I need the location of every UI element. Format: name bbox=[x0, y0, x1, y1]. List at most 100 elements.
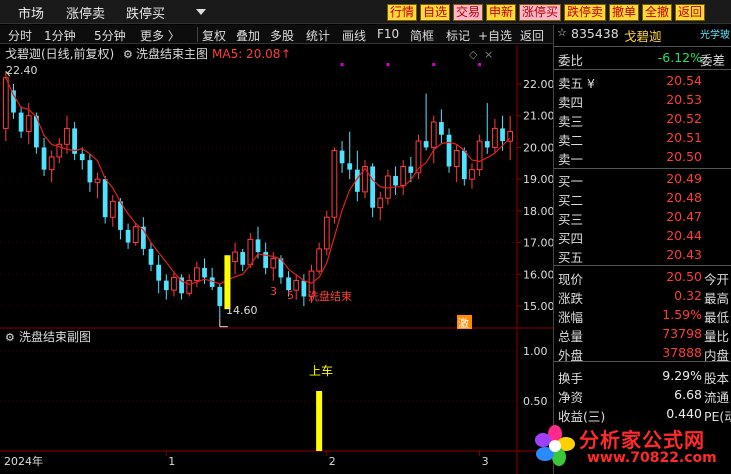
stat-row: 总量 73798 量比 bbox=[554, 325, 731, 344]
candle-body bbox=[500, 128, 505, 142]
ipo-button[interactable]: 申新 bbox=[486, 4, 516, 21]
candle-body bbox=[453, 150, 460, 167]
candle-body bbox=[171, 276, 177, 291]
dropdown-arrow-icon[interactable] bbox=[196, 9, 206, 15]
diamond-icon[interactable]: ◇ bbox=[469, 48, 478, 61]
low-price-label: 14.60 bbox=[226, 304, 258, 317]
tab-1min[interactable]: 1分钟 bbox=[44, 27, 76, 44]
toolbar-back-button[interactable]: 返回 bbox=[520, 27, 544, 44]
y-tick-label: 17.00 bbox=[523, 237, 553, 250]
candle-body bbox=[25, 115, 32, 133]
f10-button[interactable]: F10 bbox=[377, 27, 399, 41]
kline-chart-area[interactable]: 戈碧迦(日线,前复权) ⚙ 洗盘结束主图 MA5: 20.08 ↑ ◇ × ⚙ … bbox=[0, 45, 553, 474]
stat-row-value: 9.29% bbox=[662, 368, 702, 383]
signal-label: 洗盘结束 bbox=[308, 289, 352, 303]
ask-row-value: 20.51 bbox=[666, 130, 702, 145]
indicator-name[interactable]: 洗盘结束主图 bbox=[136, 46, 208, 61]
candle-body bbox=[94, 178, 101, 183]
bid-row-label: 买三 bbox=[558, 212, 584, 227]
stat-row-label: 净资 bbox=[558, 390, 584, 405]
stat-row-label: 现价 bbox=[558, 272, 584, 287]
ma5-up-arrow-icon: ↑ bbox=[281, 47, 291, 61]
kline-chart-svg[interactable]: 戈碧迦(日线,前复权) ⚙ 洗盘结束主图 MA5: 20.08 ↑ ◇ × ⚙ … bbox=[0, 45, 553, 474]
multi-stock-button[interactable]: 多股 bbox=[270, 27, 294, 44]
bid-row-value: 20.49 bbox=[666, 171, 702, 186]
stat-row-label: 涨跌 bbox=[558, 291, 584, 306]
stat-row-label2: 股本 bbox=[704, 371, 730, 386]
candle-body bbox=[469, 169, 475, 180]
star-icon[interactable]: ☆ bbox=[557, 26, 567, 39]
stat-row-value: 73798 bbox=[662, 326, 702, 341]
menu-limit-up-sell[interactable]: 涨停卖 bbox=[66, 3, 105, 22]
statistics-button[interactable]: 统计 bbox=[306, 27, 330, 44]
back-button[interactable]: 返回 bbox=[675, 4, 705, 21]
sub-signal-bar bbox=[316, 391, 323, 451]
stat-row-label2: 今开 bbox=[704, 272, 730, 287]
chart-title: 戈碧迦(日线,前复权) bbox=[5, 46, 114, 61]
stat-row-label: 换手 bbox=[558, 371, 584, 386]
flower-logo-icon bbox=[535, 425, 575, 466]
bid-row-value: 20.43 bbox=[666, 247, 702, 262]
candle-body bbox=[439, 122, 444, 135]
adjust-button[interactable]: 复权 bbox=[202, 27, 226, 44]
candle-body bbox=[125, 229, 131, 243]
tab-more[interactable]: 更多 〉 bbox=[140, 27, 180, 44]
limit-down-sell-button[interactable]: 跌停卖 bbox=[564, 4, 606, 21]
count-label-a: 3 bbox=[270, 285, 277, 298]
ask-row-label: 卖五 ¥ bbox=[558, 76, 595, 91]
stock-tag: 光学玻 bbox=[700, 30, 730, 41]
tab-5min[interactable]: 5分钟 bbox=[94, 27, 126, 44]
candle-body bbox=[2, 77, 9, 129]
bid-row: 买五 20.43 bbox=[554, 246, 731, 265]
stat-row: 涨跌 0.32 最高 bbox=[554, 287, 731, 306]
candle-body bbox=[446, 134, 452, 167]
candle-body bbox=[64, 127, 70, 145]
logo-text: 分析家公式网 bbox=[579, 428, 705, 452]
candle-body bbox=[240, 252, 246, 265]
cancel-order-button[interactable]: 撤单 bbox=[609, 4, 639, 21]
gear-icon[interactable]: ⚙ bbox=[123, 48, 133, 61]
candle-body bbox=[202, 267, 207, 278]
overlay-button[interactable]: 叠加 bbox=[236, 27, 260, 44]
menu-limit-down-buy[interactable]: 跌停买 bbox=[126, 3, 165, 22]
ask-row: 卖五 ¥ 20.54 bbox=[554, 72, 731, 91]
ask-row-label: 卖二 bbox=[558, 133, 584, 148]
trade-button[interactable]: 交易 bbox=[453, 4, 483, 21]
gear-icon[interactable]: ⚙ bbox=[5, 331, 15, 344]
stat-row-label: 涨幅 bbox=[558, 310, 584, 325]
candle-body bbox=[370, 166, 375, 208]
candle-body bbox=[377, 197, 384, 209]
add-watchlist-button[interactable]: +自选 bbox=[478, 27, 512, 44]
candle-body bbox=[109, 200, 116, 218]
candle-body bbox=[476, 140, 483, 171]
stat-row-value: 20.50 bbox=[666, 269, 702, 284]
stat-row-label2: 最高 bbox=[704, 291, 730, 306]
mark-button[interactable]: 标记 bbox=[446, 27, 470, 44]
close-icon[interactable]: × bbox=[484, 48, 493, 61]
toolbar-divider bbox=[197, 27, 198, 42]
y-tick-label: 16.00 bbox=[523, 268, 553, 281]
candle-body bbox=[48, 156, 55, 171]
cancel-all-button[interactable]: 全撤 bbox=[642, 4, 672, 21]
candle-body bbox=[217, 286, 223, 306]
candle-body bbox=[385, 175, 391, 199]
menu-market[interactable]: 市场 bbox=[18, 3, 44, 22]
watchlist-button[interactable]: 自选 bbox=[420, 4, 450, 21]
stat-row: 净资 6.68 流通 bbox=[554, 386, 731, 405]
bid-row-value: 20.44 bbox=[666, 228, 702, 243]
quote-button[interactable]: 行情 bbox=[387, 4, 417, 21]
candle-body bbox=[186, 280, 193, 294]
bid-row-value: 20.47 bbox=[666, 209, 702, 224]
candle-body bbox=[492, 127, 498, 148]
y-tick-label: 15.00 bbox=[523, 300, 553, 313]
candle-body bbox=[484, 141, 490, 148]
top-menu-bar: 市场 涨停卖 跌停买 行情 自选 交易 申新 涨停买 跌停卖 撤单 全撤 返回 bbox=[0, 0, 731, 24]
count-label-b: 5 bbox=[287, 289, 294, 302]
ask-row: 卖一 20.50 bbox=[554, 148, 731, 167]
bid-row-label: 买一 bbox=[558, 174, 584, 189]
tab-intraday[interactable]: 分时 bbox=[8, 27, 32, 44]
weibi-value: -6.12% bbox=[657, 50, 702, 65]
limit-up-buy-button[interactable]: 涨停买 bbox=[519, 4, 561, 21]
frame-button[interactable]: 简框 bbox=[410, 27, 434, 44]
draw-line-button[interactable]: 画线 bbox=[342, 27, 366, 44]
